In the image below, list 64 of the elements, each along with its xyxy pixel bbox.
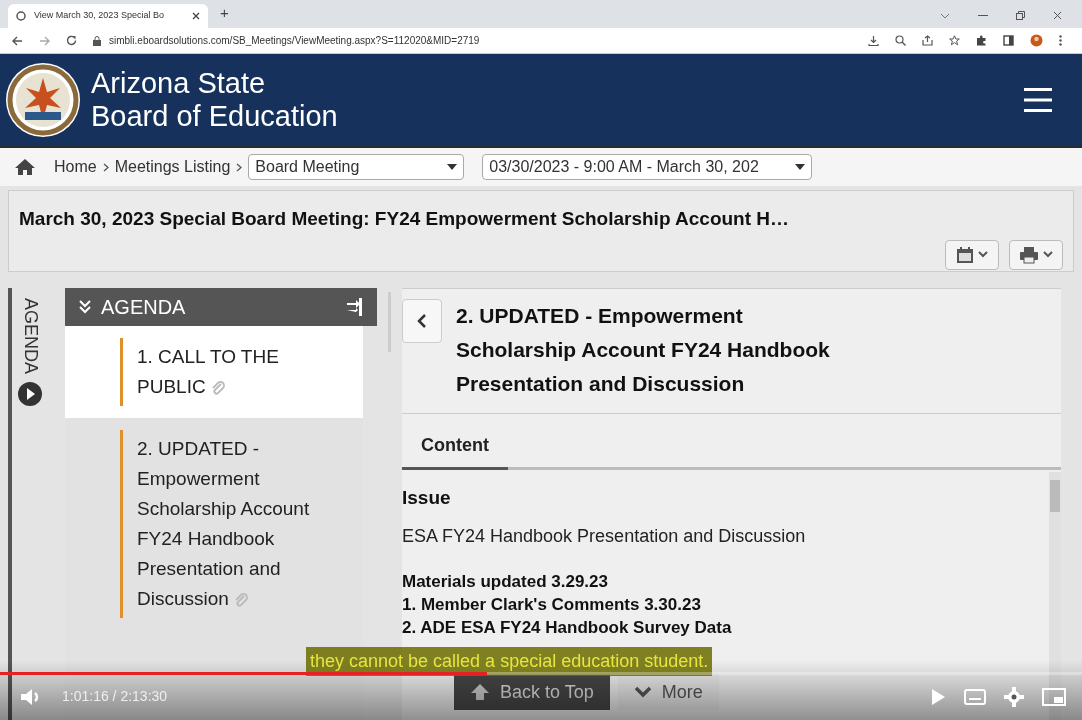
more-button[interactable]: More bbox=[617, 674, 719, 710]
reload-icon[interactable] bbox=[66, 35, 77, 46]
breadcrumb-link[interactable]: Home bbox=[54, 155, 97, 179]
arrow-up-icon bbox=[470, 683, 490, 701]
calendar-icon bbox=[956, 245, 974, 264]
chevron-right-icon bbox=[102, 162, 109, 172]
lock-icon bbox=[93, 35, 101, 46]
print-button[interactable] bbox=[1009, 239, 1063, 270]
content-tab[interactable]: Content bbox=[402, 432, 508, 470]
video-caption: they cannot be called a special education student. bbox=[306, 647, 713, 676]
side-agenda-tab[interactable]: AGENDA bbox=[8, 288, 48, 720]
play-circle-icon bbox=[18, 382, 42, 407]
meeting-title: March 30, 2023 Special Board Meeting: FY24 Empowerment Scholarship Account H… bbox=[19, 207, 791, 231]
minimize-icon bbox=[978, 14, 988, 17]
chevron-right-icon bbox=[236, 162, 243, 172]
back-arrow-icon[interactable] bbox=[12, 35, 23, 46]
collapse-panel-icon[interactable] bbox=[347, 298, 363, 316]
agenda-heading: AGENDA bbox=[101, 295, 187, 320]
section-line: 2. ADE ESA FY24 Handbook Survey Data bbox=[402, 616, 733, 639]
miniplayer-icon[interactable] bbox=[1042, 687, 1066, 706]
chevron-down-icon bbox=[978, 251, 988, 258]
puzzle-icon[interactable] bbox=[976, 35, 987, 46]
scrollbar[interactable] bbox=[1049, 472, 1061, 720]
profile-avatar-icon[interactable] bbox=[1030, 34, 1043, 47]
chevron-down-icon bbox=[940, 12, 950, 19]
download-icon[interactable] bbox=[868, 35, 879, 46]
close-icon bbox=[1053, 11, 1062, 20]
double-chevron-icon bbox=[79, 300, 91, 314]
back-to-top-button[interactable]: Back to Top bbox=[454, 674, 610, 710]
caret-down-icon bbox=[447, 164, 458, 170]
zoom-icon[interactable] bbox=[895, 35, 906, 46]
url-field[interactable]: simbli.eboardsolutions.com/SB_Meetings/ViewMeeting.aspx?S=112020&MID=2719 bbox=[109, 33, 480, 48]
section-line: Materials updated 3.29.23 bbox=[402, 570, 609, 593]
close-icon bbox=[192, 12, 200, 20]
dropdown[interactable]: Board Meeting bbox=[248, 154, 465, 180]
site-title: Board of Education bbox=[91, 100, 338, 134]
browser-tab[interactable]: View March 30, 2023 Special Bo bbox=[8, 4, 208, 28]
chevron-left-icon bbox=[417, 313, 427, 329]
settings-icon[interactable] bbox=[1004, 686, 1024, 707]
tab-title: View March 30, 2023 Special Bo bbox=[34, 9, 165, 23]
section-text: ESA FY24 Handbook Presentation and Discussion bbox=[402, 524, 807, 548]
sidebar-icon[interactable] bbox=[1003, 35, 1014, 46]
item-title: 2. UPDATED - Empowerment Scholarship Account FY24 Handbook Presentation and Discussion bbox=[456, 303, 831, 397]
back-button[interactable] bbox=[402, 299, 442, 343]
menu-icon[interactable] bbox=[1024, 88, 1052, 112]
new-tab-button[interactable]: + bbox=[220, 1, 229, 24]
more-options-icon[interactable] bbox=[1059, 35, 1062, 46]
section-heading: Issue bbox=[402, 486, 452, 510]
agenda-item[interactable]: 1. CALL TO THE PUBLIC bbox=[65, 326, 363, 418]
chevron-down-icon bbox=[1043, 251, 1053, 258]
star-icon[interactable] bbox=[949, 35, 960, 46]
site-title: Arizona State bbox=[91, 66, 267, 100]
share-icon[interactable] bbox=[922, 35, 933, 46]
dropdown[interactable]: 03/30/2023 - 9:00 AM - March 30, 202 bbox=[482, 154, 813, 180]
chevron-down-icon bbox=[633, 686, 652, 698]
home-icon[interactable] bbox=[14, 158, 36, 176]
video-time: 1:01:16 / 2:13:30 bbox=[62, 687, 168, 706]
breadcrumb-link[interactable]: Meetings Listing bbox=[114, 155, 231, 179]
caret-down-icon bbox=[795, 164, 806, 170]
section-line: 1. Member Clark's Comments 3.30.23 bbox=[402, 593, 702, 616]
printer-icon bbox=[1019, 245, 1039, 264]
calendar-button[interactable] bbox=[945, 239, 999, 270]
video-progress-track[interactable] bbox=[0, 672, 1082, 675]
restore-icon bbox=[1016, 11, 1025, 20]
